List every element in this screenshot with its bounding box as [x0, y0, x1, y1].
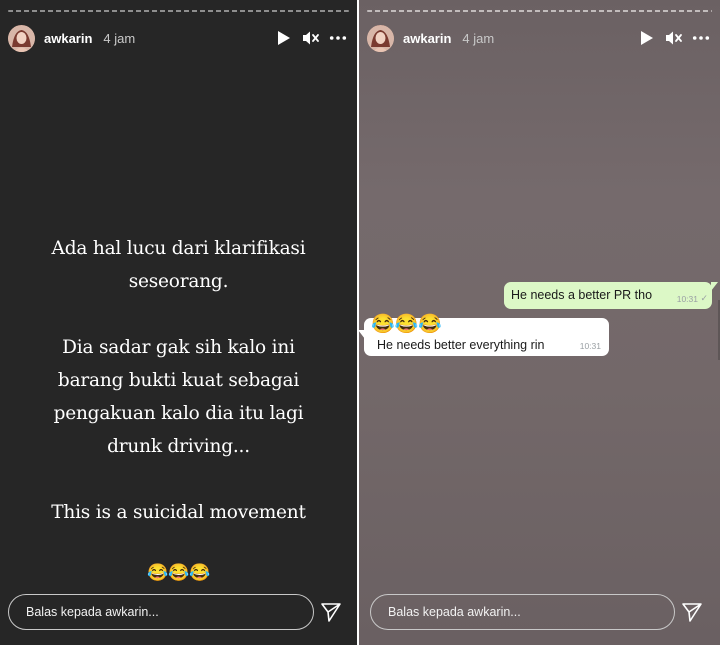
message-time: 10:31 — [676, 294, 698, 304]
sent-check-icon: ✓ — [700, 293, 708, 303]
message-text: He needs better everything rin — [377, 338, 545, 352]
post-time: 4 jam — [103, 30, 136, 46]
send-icon[interactable] — [320, 601, 342, 623]
more-icon[interactable] — [329, 29, 347, 47]
avatar[interactable] — [367, 24, 394, 52]
story-progress-bar — [367, 10, 712, 12]
story-progress-bar — [8, 10, 349, 12]
reply-placeholder: Balas kepada awkarin... — [388, 605, 521, 619]
story-header: awkarin 4 jam — [367, 24, 710, 52]
send-icon[interactable] — [681, 601, 703, 623]
story-left: awkarin 4 jam Ada hal lucu dari klarifik… — [0, 0, 357, 645]
story-emojis: 😂😂😂 — [147, 563, 210, 583]
chat-bubble-outgoing: He needs a better PR tho 10:31 ✓ — [504, 282, 718, 309]
reply-placeholder: Balas kepada awkarin... — [26, 605, 159, 619]
username[interactable]: awkarin — [44, 31, 92, 46]
username[interactable]: awkarin — [403, 31, 451, 46]
play-icon[interactable] — [638, 29, 656, 47]
reply-input[interactable]: Balas kepada awkarin... — [370, 594, 675, 630]
story-text-block: Ada hal lucu dari klarifikasi seseorang.… — [30, 199, 327, 617]
message-time: 10:31 — [579, 341, 601, 351]
story-controls — [275, 29, 347, 47]
story-controls — [638, 29, 710, 47]
bubble-tail — [711, 282, 718, 291]
post-time: 4 jam — [462, 30, 495, 46]
story-caption: Ada hal lucu dari klarifikasi seseorang.… — [51, 238, 306, 523]
play-icon[interactable] — [275, 29, 293, 47]
reply-input[interactable]: Balas kepada awkarin... — [8, 594, 314, 630]
avatar[interactable] — [8, 24, 35, 52]
message-emojis: 😂😂😂 — [371, 314, 442, 335]
bubble-tail — [359, 330, 365, 339]
mute-icon[interactable] — [302, 29, 320, 47]
message-text: He needs a better PR tho — [511, 288, 653, 302]
more-icon[interactable] — [692, 29, 710, 47]
story-header: awkarin 4 jam — [8, 24, 347, 52]
mute-icon[interactable] — [665, 29, 683, 47]
story-right: awkarin 4 jam He needs a better PR tho 1… — [359, 0, 720, 645]
